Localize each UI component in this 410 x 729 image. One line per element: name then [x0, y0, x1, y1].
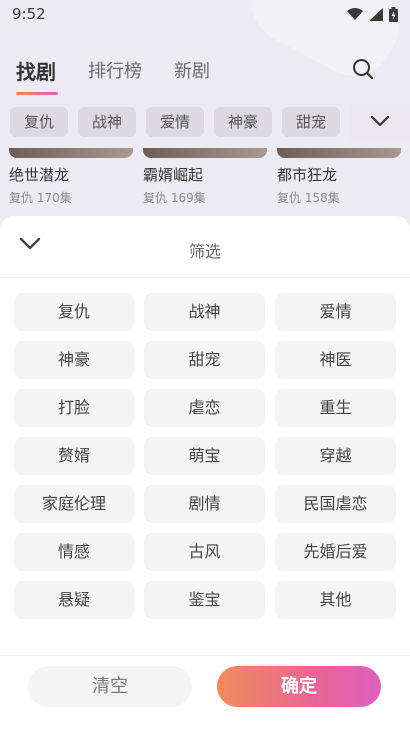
filter-tag[interactable]: 先婚后爱 [275, 533, 396, 571]
filter-tag[interactable]: 家庭伦理 [14, 485, 134, 523]
filter-tag[interactable]: 神医 [275, 341, 396, 379]
filter-tag[interactable]: 悬疑 [14, 581, 134, 619]
filter-tag[interactable]: 甜宠 [144, 341, 265, 379]
filter-tag[interactable]: 情感 [14, 533, 134, 571]
filter-tag[interactable]: 萌宝 [144, 437, 265, 475]
filter-tag[interactable]: 重生 [275, 389, 396, 427]
filter-tag[interactable]: 鉴宝 [144, 581, 265, 619]
filter-tag[interactable]: 虐恋 [144, 389, 265, 427]
filter-tag[interactable]: 剧情 [144, 485, 265, 523]
filter-sheet-footer: 清空 确定 [0, 655, 410, 729]
filter-tag[interactable]: 战神 [144, 293, 265, 331]
filter-tag-grid: 复仇 战神 爱情 神豪 甜宠 神医 打脸 虐恋 重生 赘婿 萌宝 穿越 家庭伦理… [14, 293, 396, 619]
clear-button[interactable]: 清空 [28, 666, 192, 707]
confirm-button[interactable]: 确定 [217, 666, 381, 707]
filter-tag[interactable]: 打脸 [14, 389, 134, 427]
filter-tag[interactable]: 赘婿 [14, 437, 134, 475]
filter-sheet-title: 筛选 [188, 242, 221, 261]
filter-tag[interactable]: 穿越 [275, 437, 396, 475]
filter-tag[interactable]: 爱情 [275, 293, 396, 331]
filter-sheet: 筛选 复仇 战神 爱情 神豪 甜宠 神医 打脸 虐恋 重生 赘婿 萌宝 穿越 家… [0, 216, 410, 729]
filter-tag[interactable]: 其他 [275, 581, 396, 619]
filter-tag[interactable]: 古风 [144, 533, 265, 571]
filter-tag[interactable]: 复仇 [14, 293, 134, 331]
filter-tag[interactable]: 民国虐恋 [275, 485, 396, 523]
filter-tag[interactable]: 神豪 [14, 341, 134, 379]
filter-sheet-header: 筛选 [0, 216, 410, 278]
